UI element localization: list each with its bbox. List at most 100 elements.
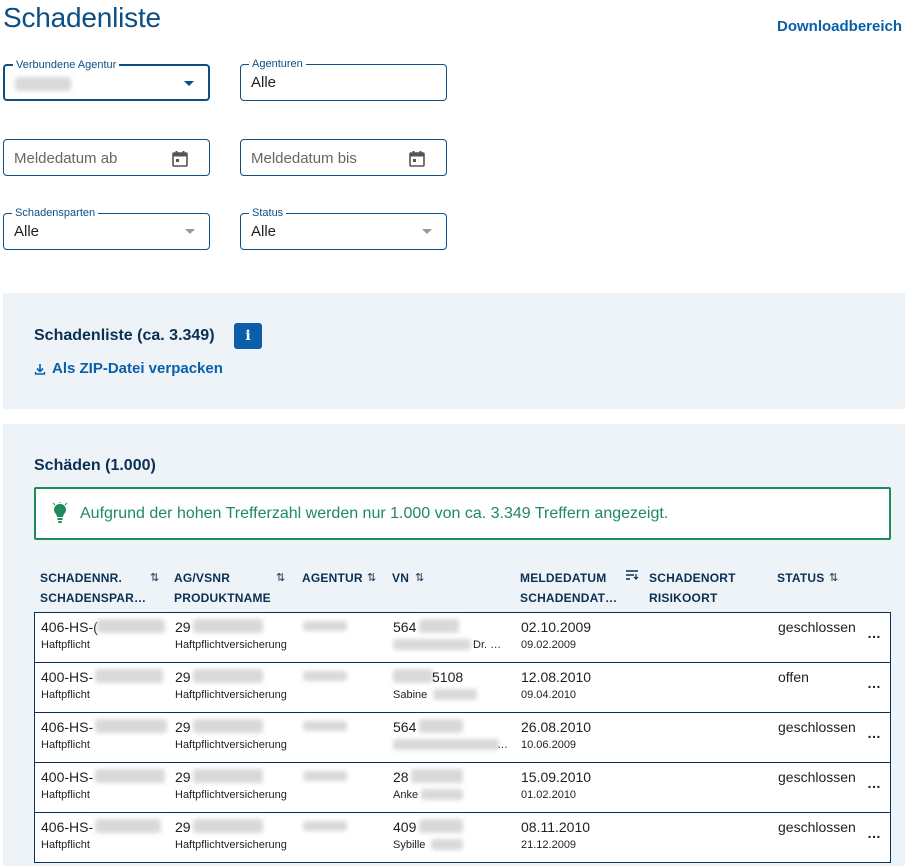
chevron-down-icon[interactable] <box>422 229 432 234</box>
cell-status: geschlossen <box>778 619 856 635</box>
cell-schadennr: 406-HS- <box>41 819 94 835</box>
redacted-value <box>411 769 463 783</box>
redacted-value <box>393 669 433 683</box>
sort-icon[interactable]: ⇅ <box>829 571 838 584</box>
redacted-agentur <box>303 821 347 831</box>
cell-produkt: Haftpflichtversicherung <box>175 639 287 651</box>
table-row[interactable]: 400-HS- Haftpflicht 29 Haftpflichtversic… <box>35 763 890 813</box>
redacted-value <box>95 669 163 683</box>
table-row[interactable]: 406-HS- Haftpflicht 29 Haftpflichtversic… <box>35 813 890 863</box>
cell-agvsnr: 29 <box>175 819 191 835</box>
agenturen-value: Alle <box>251 74 277 91</box>
claims-table: 406-HS-( Haftpflicht 29 Haftpflichtversi… <box>34 612 891 863</box>
summary-title: Schadenliste (ca. 3.349) <box>34 327 215 344</box>
sort-icon[interactable]: ⇅ <box>367 571 376 584</box>
col-header-schadennr[interactable]: SCHADENNR. <box>40 568 122 588</box>
download-icon <box>34 363 46 375</box>
col-header-meldedatum[interactable]: MELDEDATUM <box>520 568 606 588</box>
redacted-value <box>421 789 463 800</box>
cell-status: geschlossen <box>778 769 856 785</box>
more-options-icon[interactable]: … <box>867 675 881 691</box>
cell-schadendatum: 01.02.2010 <box>521 789 577 801</box>
cell-vn: 564 <box>393 719 417 735</box>
cell-vn: 564 <box>393 619 417 635</box>
redacted-value <box>393 739 499 750</box>
cell-vn-sub: Anke <box>393 789 419 801</box>
redacted-value <box>95 719 167 733</box>
col-header-produktname[interactable]: PRODUKTNAME <box>174 588 271 608</box>
col-header-agentur[interactable]: AGENTUR <box>302 568 363 588</box>
cell-meldedatum: 26.08.2010 <box>521 719 592 735</box>
cell-vn-sub: Sybille <box>393 839 426 851</box>
agenturen-label: Agenturen <box>249 58 306 70</box>
meldedatum-ab-placeholder: Meldedatum ab <box>14 150 118 167</box>
col-header-status[interactable]: STATUS <box>777 568 824 588</box>
col-header-agvsnr[interactable]: AG/VSNR <box>174 568 230 588</box>
col-header-schadenort[interactable]: SCHADENORT <box>649 568 736 588</box>
table-row[interactable]: 400-HS- Haftpflicht 29 Haftpflichtversic… <box>35 663 890 713</box>
calendar-icon[interactable] <box>171 150 189 168</box>
more-options-icon[interactable]: … <box>867 825 881 841</box>
cell-meldedatum: 12.08.2010 <box>521 669 592 685</box>
cell-schadennr: 406-HS- <box>41 719 94 735</box>
cell-sparte: Haftpflicht <box>41 789 90 801</box>
cell-schadendatum: 09.02.2009 <box>521 639 577 651</box>
sort-icon[interactable]: ⇅ <box>415 571 424 584</box>
redacted-value <box>193 619 263 633</box>
more-options-icon[interactable]: … <box>867 725 881 741</box>
cell-vn-sub: … <box>497 739 508 751</box>
cell-agvsnr: 29 <box>175 769 191 785</box>
agenturen-field[interactable]: Agenturen Alle <box>240 58 447 101</box>
page-title: Schadenliste <box>3 2 161 33</box>
redacted-agentur <box>303 771 347 781</box>
cell-meldedatum: 15.09.2010 <box>521 769 592 785</box>
redacted-agentur <box>303 671 347 681</box>
redacted-value <box>193 669 263 683</box>
download-area-link[interactable]: Downloadbereich <box>777 18 902 35</box>
schadensparten-value: Alle <box>14 223 40 240</box>
redacted-value <box>419 619 459 633</box>
info-icon[interactable]: i <box>234 323 262 349</box>
col-header-vn[interactable]: VN <box>392 568 409 588</box>
calendar-icon[interactable] <box>408 150 426 168</box>
cell-status: geschlossen <box>778 719 856 735</box>
status-value: Alle <box>251 223 277 240</box>
cell-schadendatum: 09.04.2010 <box>521 689 577 701</box>
redacted-value <box>95 769 165 783</box>
cell-sparte: Haftpflicht <box>41 739 90 751</box>
cell-produkt: Haftpflichtversicherung <box>175 689 287 701</box>
col-header-schadendatum[interactable]: SCHADENDAT… <box>520 588 617 608</box>
sort-icon[interactable]: ⇅ <box>276 571 285 584</box>
table-header: SCHADENNR. SCHADENSPAR… ⇅ AG/VSNR PRODUK… <box>34 564 891 612</box>
cell-vn-sub: Dr. … <box>473 639 502 651</box>
cell-meldedatum: 08.11.2010 <box>521 819 591 835</box>
chevron-down-icon[interactable] <box>184 81 194 86</box>
sort-icon[interactable]: ⇅ <box>150 571 159 584</box>
meldedatum-bis-input[interactable]: Meldedatum bis <box>240 139 447 176</box>
more-options-icon[interactable]: … <box>867 625 881 641</box>
verbundene-agentur-select[interactable]: Verbundene Agentur <box>3 59 210 101</box>
schadensparten-select[interactable]: Schadensparten Alle <box>3 207 210 250</box>
cell-schadendatum: 10.06.2009 <box>521 739 577 751</box>
status-select[interactable]: Status Alle <box>240 207 447 250</box>
col-header-schadensparte[interactable]: SCHADENSPAR… <box>40 588 146 608</box>
results-panel: Schäden (1.000) Aufgrund der hohen Treff… <box>3 424 905 866</box>
chevron-down-icon[interactable] <box>185 229 195 234</box>
cell-produkt: Haftpflichtversicherung <box>175 839 287 851</box>
table-row[interactable]: 406-HS-( Haftpflicht 29 Haftpflichtversi… <box>35 613 890 663</box>
cell-sparte: Haftpflicht <box>41 839 90 851</box>
meldedatum-ab-input[interactable]: Meldedatum ab <box>3 139 210 176</box>
sort-desc-icon[interactable] <box>625 570 639 583</box>
cell-schadennr: 406-HS-( <box>41 619 98 635</box>
redacted-value <box>193 819 263 833</box>
redacted-value <box>431 839 463 850</box>
alert-text: Aufgrund der hohen Trefferzahl werden nu… <box>80 504 669 522</box>
cell-schadendatum: 21.12.2009 <box>521 839 577 851</box>
cell-meldedatum: 02.10.2009 <box>521 619 592 635</box>
zip-download-link[interactable]: Als ZIP-Datei verpacken <box>34 360 223 377</box>
redacted-value <box>15 77 71 91</box>
table-row[interactable]: 406-HS- Haftpflicht 29 Haftpflichtversic… <box>35 713 890 763</box>
more-options-icon[interactable]: … <box>867 775 881 791</box>
redacted-value <box>433 689 477 700</box>
col-header-risikoort[interactable]: RISIKOORT <box>649 588 717 608</box>
